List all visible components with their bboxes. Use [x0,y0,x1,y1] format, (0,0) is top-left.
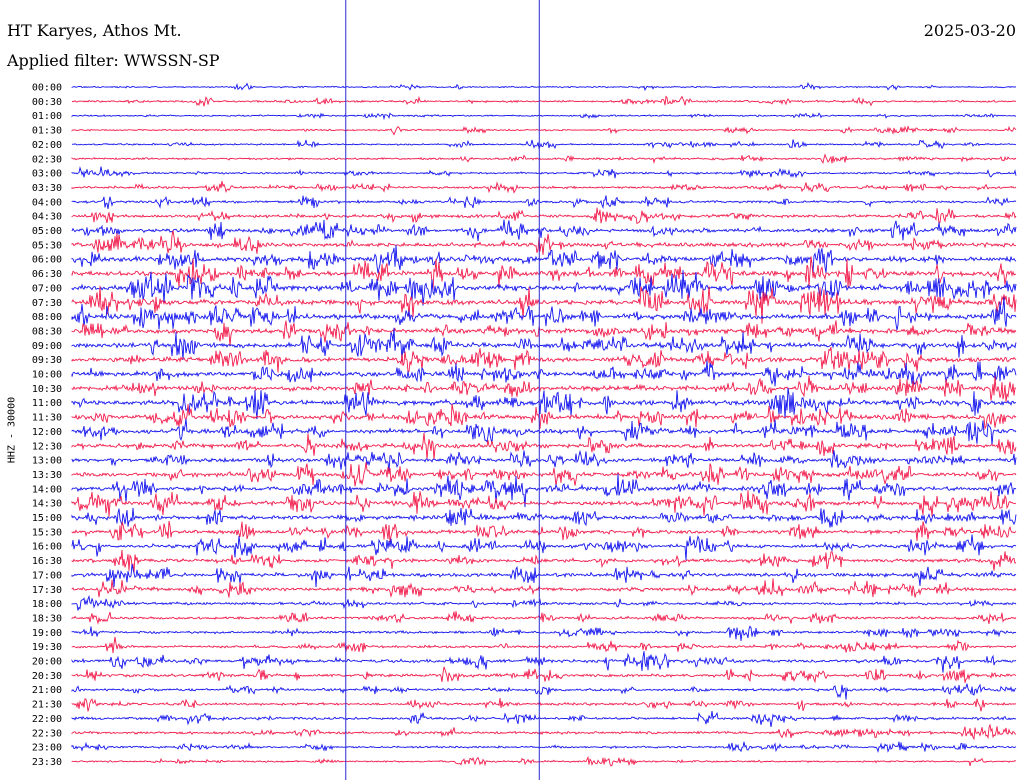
time-label: 13:30 [32,470,62,481]
time-label: 16:30 [32,556,62,567]
time-label: 03:30 [32,183,62,194]
trace-line [71,346,1017,373]
time-label: 00:00 [32,83,62,94]
trace-line [71,563,1017,588]
time-label: 07:00 [32,283,62,294]
trace-line [71,683,1017,700]
time-label: 15:30 [32,527,62,538]
trace-line [71,666,1017,684]
trace-line [71,711,1017,727]
time-label: 06:00 [32,255,62,266]
time-label: 18:00 [32,599,62,610]
time-label: 09:30 [32,355,62,366]
time-label: 17:00 [32,570,62,581]
time-label: 18:30 [32,613,62,624]
time-label: 08:30 [32,326,62,337]
time-label: 21:00 [32,685,62,696]
trace-line [71,741,1017,754]
time-label: 05:00 [32,226,62,237]
time-label: 10:30 [32,384,62,395]
trace-line [71,534,1017,561]
trace-line [71,625,1017,641]
time-label: 01:00 [32,111,62,122]
trace-line [71,403,1017,431]
time-label: 20:30 [32,671,62,682]
trace-line [71,549,1017,574]
trace-line [71,195,1017,209]
time-label: 08:00 [32,312,62,323]
trace-line [71,462,1017,487]
time-label: 17:30 [32,585,62,596]
trace-line [71,507,1017,528]
time-label: 06:30 [32,269,62,280]
trace-line [71,112,1017,121]
time-label: 14:30 [32,499,62,510]
trace-line [71,449,1017,473]
trace-line [71,181,1017,194]
trace-line [71,95,1017,107]
trace-line [71,432,1017,460]
time-label: 22:30 [32,728,62,739]
time-label: 23:30 [32,757,62,768]
trace-line [71,219,1017,242]
time-label: 13:00 [32,456,62,467]
time-label: 23:00 [32,743,62,754]
time-labels: 00:00 00:30 01:00 01:30 02:00 02:30 03:00 03:30… [32,83,62,768]
time-label: 11:30 [32,413,62,424]
trace-line [71,139,1017,150]
time-label: 16:00 [32,542,62,553]
time-label: 19:00 [32,628,62,639]
time-label: 11:00 [32,398,62,409]
trace-line [71,578,1017,599]
time-label: 04:00 [32,197,62,208]
trace-line [71,320,1017,347]
trace-line [71,327,1017,362]
helicorder-plot: 00:00 00:30 01:00 01:30 02:00 02:30 03:00 03:30… [32,0,1017,780]
trace-line [71,611,1017,625]
time-label: 20:00 [32,657,62,668]
seismic-traces [71,81,1017,767]
trace-line [71,490,1017,517]
trace-line [71,360,1017,387]
time-label: 05:30 [32,240,62,251]
trace-line [71,724,1017,741]
trace-line [71,594,1017,611]
time-label: 19:30 [32,642,62,653]
trace-line [71,755,1017,767]
trace-line [71,636,1017,654]
time-label: 01:30 [32,126,62,137]
trace-line [71,520,1017,543]
trace-line [71,230,1017,255]
time-label: 12:30 [32,441,62,452]
trace-line [71,153,1017,164]
time-label: 22:00 [32,714,62,725]
trace-line [71,244,1017,274]
time-label: 02:30 [32,154,62,165]
time-label: 15:00 [32,513,62,524]
time-label: 12:00 [32,427,62,438]
time-label: 14:00 [32,484,62,495]
time-label: 03:00 [32,169,62,180]
trace-line [71,651,1017,673]
trace-line [71,698,1017,712]
time-label: 07:30 [32,298,62,309]
time-label: 02:00 [32,140,62,151]
trace-line [71,387,1017,420]
time-label: 04:30 [32,212,62,223]
trace-line [71,296,1017,331]
trace-line [71,81,1017,92]
trace-line [71,166,1017,179]
time-label: 09:00 [32,341,62,352]
time-label: 21:30 [32,700,62,711]
trace-line [71,207,1017,225]
time-label: 10:00 [32,370,62,381]
trace-line [71,125,1017,136]
time-label: 00:30 [32,97,62,108]
trace-line [71,256,1017,290]
